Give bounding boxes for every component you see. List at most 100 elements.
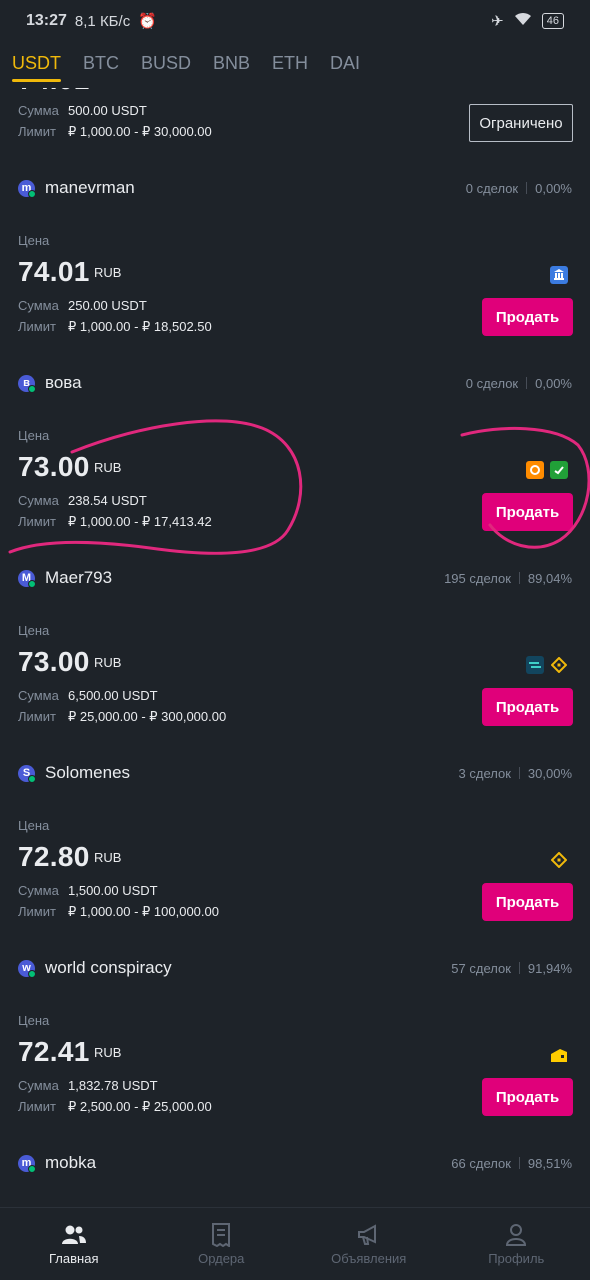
nav-ads[interactable]: Объявления — [295, 1208, 443, 1280]
limit-label: Лимит — [18, 514, 56, 529]
limit-value: ₽ 1,000.00 - ₽ 17,413.42 — [68, 514, 212, 529]
amount-row: Сумма 1,500.00 USDT — [18, 883, 158, 898]
price-value: 73.00 — [18, 646, 90, 677]
amount-label: Сумма — [18, 883, 59, 898]
limit-value: ₽ 1,000.00 - ₽ 30,000.00 — [68, 124, 212, 139]
alarm-icon: ⏰ — [138, 13, 157, 30]
trade-count: 3 сделок — [458, 765, 511, 781]
amount-label: Сумма — [18, 103, 59, 118]
card-transfer-icon — [526, 656, 544, 674]
amount-value: 1,500.00 USDT — [68, 883, 158, 898]
offer-card: m manevrman 0 сделок 0,00% Цена 74.01 RUB Сумма… — [0, 168, 590, 363]
price-value: 74.01 — [18, 256, 90, 287]
amount-value: 6,500.00 USDT — [68, 688, 158, 703]
trader-row[interactable]: m mobka 66 сделок 98,51% — [0, 1143, 590, 1183]
price-currency: RUB — [94, 655, 122, 670]
sell-button[interactable]: Продать — [482, 688, 573, 726]
sell-button[interactable]: Продать — [482, 883, 573, 921]
users-icon — [61, 1223, 87, 1247]
trader-name[interactable]: mobka — [45, 1153, 96, 1173]
completion-rate: 30,00% — [527, 765, 572, 781]
tab-eth[interactable]: ETH — [272, 53, 308, 80]
amount-label: Сумма — [18, 493, 59, 508]
completion-rate: 91,94% — [527, 960, 572, 976]
trader-row[interactable]: в вова 0 сделок 0,00% — [0, 363, 590, 403]
trader-stats: 3 сделок 30,00% — [459, 766, 572, 781]
trader-row[interactable]: m manevrman 0 сделок 0,00% — [0, 168, 590, 208]
trader-stats: 66 сделок 98,51% — [451, 1156, 572, 1171]
price-value: 72.80 — [18, 841, 90, 872]
payment-methods — [526, 656, 568, 674]
network-speed: 8,1 КБ/с — [74, 12, 131, 30]
trader-avatar: S — [18, 764, 36, 783]
stats-divider — [518, 572, 520, 584]
completion-rate: 0,00% — [535, 375, 572, 391]
tab-btc[interactable]: BTC — [83, 53, 119, 80]
trade-count: 0 сделок — [465, 180, 519, 196]
amount-label: Сумма — [18, 1078, 59, 1093]
price-value: 73.00 — [18, 451, 90, 482]
trader-avatar: в — [18, 374, 36, 393]
bottom-navigation: Главная Ордера Объявления Профиль — [0, 1207, 590, 1280]
nav-home[interactable]: Главная — [0, 1208, 148, 1280]
trader-row[interactable]: w world conspiracy 57 сделок 91,94% — [0, 948, 590, 988]
sell-button[interactable]: Продать — [482, 493, 573, 531]
sell-button[interactable]: Продать — [482, 298, 573, 336]
nav-orders[interactable]: Ордера — [148, 1208, 296, 1280]
offer-card: w world conspiracy 57 сделок 91,94% Цена 72.4… — [0, 948, 590, 1143]
trader-name[interactable]: вова — [45, 373, 82, 393]
price-label: Цена — [18, 623, 50, 638]
trader-stats: 57 сделок 91,94% — [451, 961, 572, 976]
price-label: Цена — [18, 1013, 50, 1028]
trader-avatar: m — [18, 179, 36, 198]
sell-button[interactable]: Продать — [482, 1078, 573, 1116]
stats-divider — [518, 1157, 520, 1169]
trader-name[interactable]: manevrman — [45, 178, 135, 198]
trader-row[interactable]: S Solomenes 3 сделок 30,00% — [0, 753, 590, 793]
limit-row: Лимит ₽ 25,000.00 - ₽ 300,000.00 — [18, 709, 226, 725]
trade-count: 57 сделок — [451, 960, 511, 976]
trader-name[interactable]: Maer793 — [45, 568, 112, 588]
nav-orders-label: Ордера — [198, 1250, 245, 1266]
status-time: 13:27 — [26, 12, 67, 29]
trader-avatar: M — [18, 569, 36, 588]
airplane-icon: ✈ — [491, 13, 504, 30]
price-currency: RUB — [94, 265, 122, 280]
tab-usdt[interactable]: USDT — [12, 53, 61, 82]
qiwi-icon — [526, 461, 544, 479]
offer-list: 74.01 Сумма 500.00 USDT Лимит ₽ 1,000.00… — [0, 88, 590, 1208]
limit-label: Лимит — [18, 319, 56, 334]
stats-divider — [526, 377, 528, 389]
limit-row: Лимит ₽ 1,000.00 - ₽ 17,413.42 — [18, 514, 212, 530]
wifi-icon — [514, 12, 532, 30]
tab-busd[interactable]: BUSD — [141, 53, 191, 80]
limit-row: Лимит ₽ 1,000.00 - ₽ 100,000.00 — [18, 904, 219, 920]
limit-label: Лимит — [18, 709, 56, 724]
trader-avatar: w — [18, 959, 36, 978]
offer-card: m mobka 66 сделок 98,51% — [0, 1143, 590, 1208]
tab-bnb[interactable]: BNB — [213, 53, 250, 80]
restricted-button[interactable]: Ограничено — [469, 104, 573, 142]
amount-value: 1,832.78 USDT — [68, 1078, 158, 1093]
nav-profile[interactable]: Профиль — [443, 1208, 590, 1280]
stats-divider — [526, 182, 528, 194]
limit-row: Лимит ₽ 1,000.00 - ₽ 18,502.50 — [18, 319, 212, 335]
trader-name[interactable]: Solomenes — [45, 763, 130, 783]
stats-divider — [518, 962, 520, 974]
receipt-icon — [208, 1222, 234, 1247]
megaphone-icon — [356, 1223, 382, 1247]
offer-card-partial: 74.01 Сумма 500.00 USDT Лимит ₽ 1,000.00… — [0, 88, 590, 168]
price-label: Цена — [18, 428, 50, 443]
yandex-money-icon — [550, 1046, 568, 1064]
status-bar: 13:27 8,1 КБ/с ⏰ ✈ 46 — [0, 0, 590, 42]
amount-label: Сумма — [18, 688, 59, 703]
payment-methods — [550, 851, 568, 869]
trader-row[interactable]: M Maer793 195 сделок 89,04% — [0, 558, 590, 598]
trader-name[interactable]: world conspiracy — [45, 958, 172, 978]
limit-value: ₽ 25,000.00 - ₽ 300,000.00 — [68, 709, 227, 724]
amount-label: Сумма — [18, 298, 59, 313]
completion-rate: 0,00% — [535, 180, 572, 196]
tab-dai[interactable]: DAI — [330, 53, 360, 80]
bank-transfer-icon — [550, 266, 568, 284]
nav-ads-label: Объявления — [331, 1250, 407, 1266]
